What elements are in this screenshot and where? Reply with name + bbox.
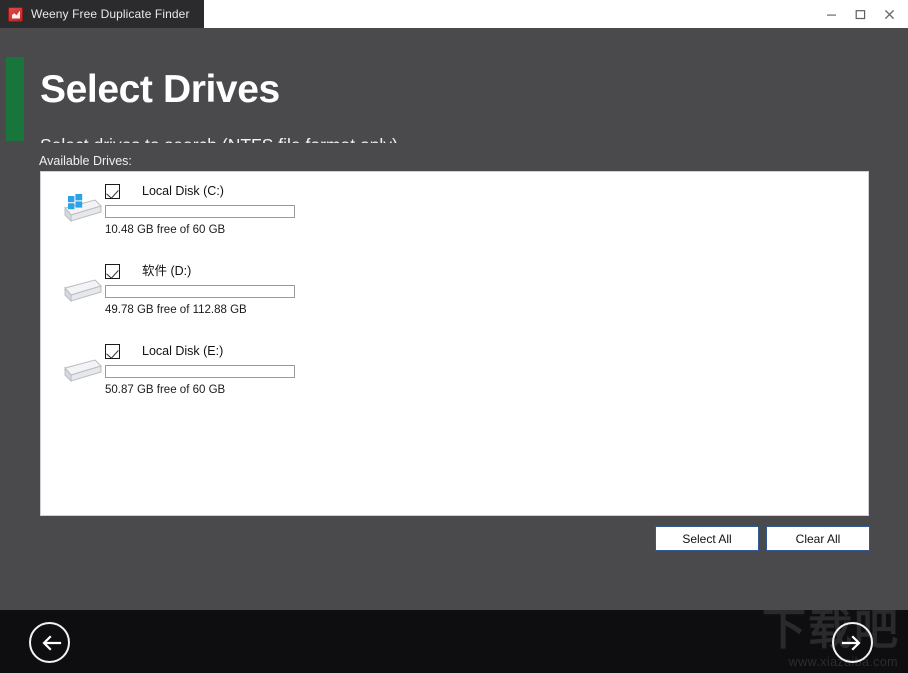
- back-button[interactable]: [29, 622, 70, 663]
- drive-icon: [59, 346, 105, 388]
- windows-drive-icon: [59, 186, 105, 228]
- drive-row[interactable]: Local Disk (C:) 10.48 GB free of 60 GB: [41, 172, 868, 252]
- drive-capacity-info: 50.87 GB free of 60 GB: [105, 384, 226, 396]
- title-bar: Weeny Free Duplicate Finder: [0, 0, 908, 28]
- minimize-button[interactable]: [817, 0, 846, 28]
- drive-list-panel: Local Disk (C:) 10.48 GB free of 60 GB 软…: [40, 171, 869, 516]
- page-title: Select Drives: [40, 68, 280, 111]
- drive-row[interactable]: Local Disk (E:) 50.87 GB free of 60 GB: [41, 332, 868, 412]
- arrow-right-icon: [841, 633, 865, 653]
- drive-name: Local Disk (E:): [142, 344, 224, 358]
- content-area: Available Drives: Local Disk (C:) 10.48 …: [0, 143, 908, 610]
- drive-usage-bar: [105, 365, 295, 378]
- select-all-button[interactable]: Select All: [655, 526, 759, 551]
- drive-capacity-info: 10.48 GB free of 60 GB: [105, 224, 226, 236]
- close-button[interactable]: [875, 0, 904, 28]
- accent-bar: [6, 57, 24, 141]
- window-tab[interactable]: Weeny Free Duplicate Finder: [0, 0, 204, 28]
- drive-checkbox[interactable]: [105, 264, 120, 279]
- clear-all-button[interactable]: Clear All: [766, 526, 870, 551]
- page-header: Select Drives Select drives to search (N…: [0, 28, 908, 155]
- app-icon: [8, 6, 23, 22]
- title-bar-filler: [203, 0, 817, 28]
- drive-icon: [59, 266, 105, 308]
- footer-bar: 下载吧 www.xiazaiba.com: [0, 610, 908, 673]
- maximize-button[interactable]: [846, 0, 875, 28]
- drive-usage-bar: [105, 205, 295, 218]
- drive-name: Local Disk (C:): [142, 184, 224, 198]
- drive-checkbox[interactable]: [105, 344, 120, 359]
- drive-row[interactable]: 软件 (D:) 49.78 GB free of 112.88 GB: [41, 252, 868, 332]
- arrow-left-icon: [38, 633, 62, 653]
- window-controls: [817, 0, 908, 28]
- drive-checkbox[interactable]: [105, 184, 120, 199]
- drive-usage-bar: [105, 285, 295, 298]
- drive-capacity-info: 49.78 GB free of 112.88 GB: [105, 304, 247, 316]
- next-button[interactable]: [832, 622, 873, 663]
- window-title: Weeny Free Duplicate Finder: [31, 7, 190, 21]
- drive-name: 软件 (D:): [142, 264, 192, 278]
- available-drives-label: Available Drives:: [39, 154, 132, 168]
